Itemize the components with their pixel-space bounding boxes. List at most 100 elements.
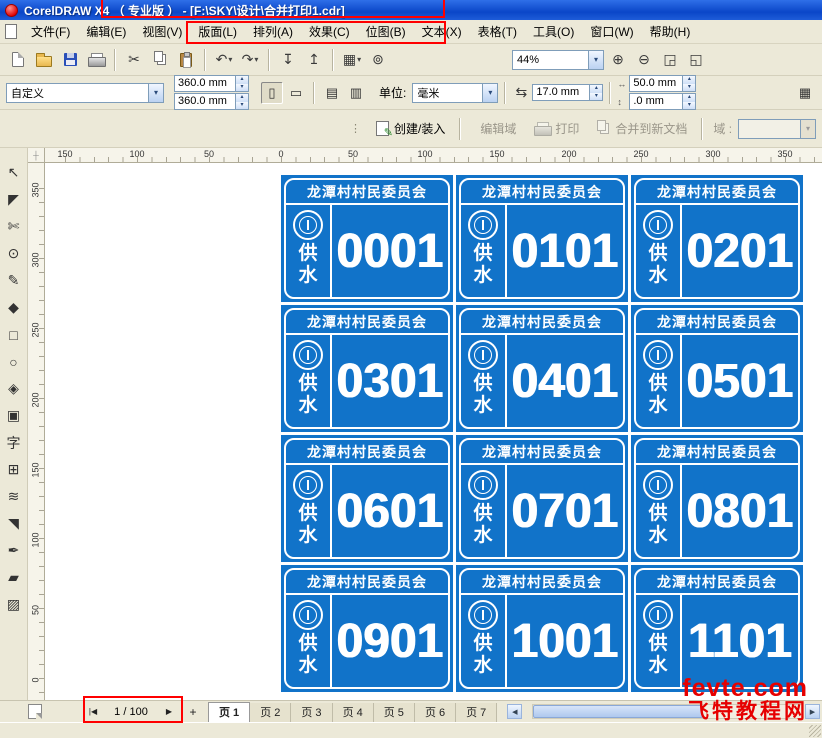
menu-item[interactable]: 文件(F)	[23, 19, 78, 44]
page-tab[interactable]: 页 3	[291, 702, 333, 722]
duplicate-x-spinner[interactable]: ▴ ▾	[683, 75, 697, 92]
blend-tool-icon[interactable]: ≋	[1, 484, 26, 509]
page-width-field[interactable]: 360.0 mm	[174, 75, 236, 92]
ticket[interactable]: 龙潭村村民委员会 供水 0701	[456, 435, 628, 562]
ticket[interactable]: 龙潭村村民委员会 供水 0901	[281, 565, 453, 692]
ruler-origin[interactable]: ┼	[28, 148, 45, 163]
nudge-offset-field[interactable]: 17.0 mm	[532, 84, 591, 101]
edit-fields-button[interactable]: 编辑域	[467, 116, 524, 141]
ticket[interactable]: 龙潭村村民委员会 供水 0801	[631, 435, 803, 562]
menu-item[interactable]: 文本(X)	[414, 19, 470, 44]
portrait-button[interactable]: ▯	[261, 81, 283, 104]
page-height-field[interactable]: 360.0 mm	[174, 93, 236, 110]
pick-tool-icon[interactable]: ↖	[1, 160, 26, 185]
duplicate-x-field[interactable]: 50.0 mm	[629, 75, 684, 92]
paste-button[interactable]	[174, 48, 198, 72]
all-pages-button[interactable]: ▤	[321, 82, 343, 104]
page-tab[interactable]: 页 1	[208, 701, 251, 722]
copy-button[interactable]	[148, 48, 172, 72]
duplicate-y-field[interactable]: .0 mm	[629, 93, 684, 110]
zoom-dropdown-icon[interactable]: ▾	[588, 50, 603, 69]
polygon-tool-icon[interactable]: ◈	[1, 376, 26, 401]
menu-item[interactable]: 表格(T)	[470, 19, 525, 44]
ticket[interactable]: 龙潭村村民委员会 供水 0401	[456, 305, 628, 432]
zoom-to-selected-button[interactable]: ◲	[658, 48, 682, 72]
spin-down-icon[interactable]: ▾	[683, 83, 696, 91]
field-dropdown-icon[interactable]: ▾	[800, 119, 815, 138]
undo-button[interactable]: ↶ ▾	[212, 48, 236, 72]
resize-grip[interactable]	[809, 725, 821, 737]
new-document-button[interactable]	[6, 48, 30, 72]
create-load-merge-button[interactable]: 创建/装入	[368, 116, 453, 141]
landscape-button[interactable]: ▭	[285, 82, 307, 104]
application-launcher-button[interactable]: ▦ ▾	[340, 48, 364, 72]
spin-up-icon[interactable]: ▴	[683, 76, 696, 84]
text-tool-icon[interactable]: 字	[1, 430, 26, 455]
shape-tool-icon[interactable]: ◤	[1, 187, 26, 212]
menu-item[interactable]: 效果(C)	[301, 19, 358, 44]
open-button[interactable]	[32, 48, 56, 72]
options-button[interactable]: ▦	[794, 82, 816, 104]
menu-item[interactable]: 视图(V)	[134, 19, 190, 44]
spin-down-icon[interactable]: ▾	[590, 92, 603, 100]
freehand-tool-icon[interactable]: ✎	[1, 268, 26, 293]
zoom-to-page-button[interactable]: ◱	[684, 48, 708, 72]
ticket[interactable]: 龙潭村村民委员会 供水 0601	[281, 435, 453, 562]
basic-shapes-tool-icon[interactable]: ▣	[1, 403, 26, 428]
ticket[interactable]: 龙潭村村民委员会 供水 0001	[281, 175, 453, 302]
export-button[interactable]: ↥	[302, 48, 326, 72]
title-bar[interactable]: CorelDRAW X4 （ 专业版 ） - [F:\SKY\设计\合并打印1.…	[0, 0, 822, 20]
zoom-level-combo[interactable]: 44% ▾	[512, 49, 604, 70]
page-tab[interactable]: 页 7	[456, 702, 498, 722]
spin-up-icon[interactable]: ▴	[683, 94, 696, 102]
horizontal-ruler[interactable]: 150 100 50 0 50 100 150 200 250 300 350	[45, 148, 822, 163]
spin-up-icon[interactable]: ▴	[590, 85, 603, 93]
rectangle-tool-icon[interactable]: □	[1, 322, 26, 347]
menu-item[interactable]: 位图(B)	[358, 19, 414, 44]
ellipse-tool-icon[interactable]: ○	[1, 349, 26, 374]
page-width-spinner[interactable]: ▴ ▾	[236, 75, 249, 92]
ticket[interactable]: 龙潭村村民委员会 供水 0201	[631, 175, 803, 302]
save-button[interactable]	[58, 48, 82, 72]
page-height-spinner[interactable]: ▴ ▾	[236, 93, 249, 110]
page-flip-icon[interactable]	[28, 704, 42, 719]
print-button[interactable]	[84, 48, 108, 72]
tab-scroll-left-button[interactable]: ◀	[507, 704, 523, 719]
page-tab[interactable]: 页 6	[414, 702, 457, 722]
corel-online-button[interactable]: ⊚	[366, 48, 390, 72]
cut-button[interactable]: ✂	[122, 48, 146, 72]
units-dropdown-icon[interactable]: ▾	[482, 83, 498, 102]
spin-up-icon[interactable]: ▴	[236, 76, 248, 84]
interactive-fill-tool-icon[interactable]: ▨	[1, 592, 26, 617]
ticket[interactable]: 龙潭村村民委员会 供水 0501	[631, 305, 803, 432]
zoom-out-button[interactable]: ⊖	[632, 48, 656, 72]
scrollbar-thumb[interactable]	[533, 705, 704, 718]
fill-tool-icon[interactable]: ▰	[1, 565, 26, 590]
redo-button[interactable]: ↷ ▾	[238, 48, 262, 72]
first-page-button[interactable]: |◀	[84, 703, 102, 720]
paper-preset-combo[interactable]: 自定义 ▾	[6, 82, 164, 103]
merge-print-button[interactable]: 打印	[526, 116, 587, 141]
next-page-button[interactable]: ▶	[160, 703, 178, 720]
nudge-spinner[interactable]: ▴ ▾	[590, 84, 604, 101]
ticket[interactable]: 龙潭村村民委员会 供水 0101	[456, 175, 628, 302]
current-page-button[interactable]: ▥	[345, 82, 367, 104]
page-tab[interactable]: 页 4	[332, 702, 374, 722]
duplicate-y-spinner[interactable]: ▴ ▾	[683, 93, 697, 110]
import-button[interactable]: ↧	[276, 48, 300, 72]
menu-item[interactable]: 版面(L)	[190, 19, 245, 44]
ticket[interactable]: 龙潭村村民委员会 供水 1101	[631, 565, 803, 692]
zoom-in-button[interactable]: ⊕	[606, 48, 630, 72]
vertical-ruler[interactable]: 350 300 250 200 150 100 50 0	[28, 163, 45, 700]
smart-fill-tool-icon[interactable]: ◆	[1, 295, 26, 320]
table-tool-icon[interactable]: ⊞	[1, 457, 26, 482]
crop-tool-icon[interactable]: ✄	[1, 214, 26, 239]
toolbar-grip-icon[interactable]: ⋮	[350, 122, 361, 135]
spin-up-icon[interactable]: ▴	[236, 94, 248, 102]
outline-pen-tool-icon[interactable]: ✒	[1, 538, 26, 563]
eyedropper-tool-icon[interactable]: ◥	[1, 511, 26, 536]
menu-item[interactable]: 编辑(E)	[78, 19, 134, 44]
zoom-tool-icon[interactable]: ⊙	[1, 241, 26, 266]
ticket[interactable]: 龙潭村村民委员会 供水 1001	[456, 565, 628, 692]
menu-item[interactable]: 窗口(W)	[582, 19, 641, 44]
